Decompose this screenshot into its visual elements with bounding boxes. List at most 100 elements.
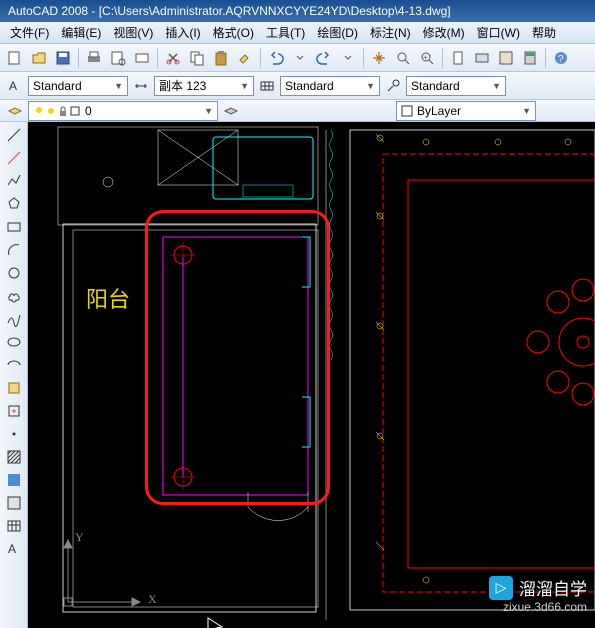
arc-tool[interactable] <box>2 239 26 261</box>
open-button[interactable] <box>28 47 50 69</box>
separator <box>363 48 364 68</box>
watermark: ▷ 溜溜自学 zixue.3d66.com <box>489 575 587 614</box>
menu-draw[interactable]: 绘图(D) <box>311 22 364 43</box>
ellipse-arc-tool[interactable] <box>2 354 26 376</box>
menu-edit[interactable]: 编辑(E) <box>55 22 107 43</box>
match-button[interactable] <box>234 47 256 69</box>
menu-file[interactable]: 文件(F) <box>4 22 55 43</box>
revision-cloud-tool[interactable] <box>2 285 26 307</box>
menu-format[interactable]: 格式(O) <box>207 22 260 43</box>
balcony-label: 阳台 <box>86 282 130 314</box>
color-swatch-icon <box>69 105 81 117</box>
chevron-down-icon: ▼ <box>522 106 531 116</box>
menu-help[interactable]: 帮助 <box>526 22 562 43</box>
menu-bar: 文件(F) 编辑(E) 视图(V) 插入(I) 格式(O) 工具(T) 绘图(D… <box>0 22 595 44</box>
table-tool[interactable] <box>2 515 26 537</box>
axis-x-label: X <box>148 592 157 607</box>
cut-button[interactable] <box>162 47 184 69</box>
text-style-icon[interactable]: A <box>4 75 26 97</box>
zoom-extents-button[interactable]: + <box>416 47 438 69</box>
table-style-icon[interactable] <box>256 75 278 97</box>
menu-window[interactable]: 窗口(W) <box>471 22 526 43</box>
table-style-value: Standard <box>285 79 334 93</box>
undo-dropdown[interactable] <box>289 47 311 69</box>
toolbar-layers: 0 ▼ ByLayer ▼ <box>0 100 595 122</box>
separator <box>545 48 546 68</box>
lightbulb-icon <box>33 105 45 117</box>
point-tool[interactable] <box>2 423 26 445</box>
mleader-style-dropdown[interactable]: Standard ▼ <box>406 76 506 96</box>
insert-block-tool[interactable] <box>2 377 26 399</box>
layer-dropdown[interactable]: 0 ▼ <box>28 101 218 121</box>
line-tool[interactable] <box>2 124 26 146</box>
lock-icon <box>57 105 69 117</box>
main-area: A <box>0 122 595 628</box>
color-dropdown[interactable]: ByLayer ▼ <box>396 101 536 121</box>
menu-annotate[interactable]: 标注(N) <box>364 22 417 43</box>
title-bar: AutoCAD 2008 - [C:\Users\Administrator.A… <box>0 0 595 22</box>
text-style-dropdown[interactable]: Standard ▼ <box>28 76 128 96</box>
table-style-dropdown[interactable]: Standard ▼ <box>280 76 380 96</box>
menu-insert[interactable]: 插入(I) <box>159 22 206 43</box>
separator <box>78 48 79 68</box>
mtext-tool[interactable]: A <box>2 538 26 560</box>
hatch-tool[interactable] <box>2 446 26 468</box>
gradient-tool[interactable] <box>2 469 26 491</box>
help-button[interactable]: ? <box>550 47 572 69</box>
watermark-brand: 溜溜自学 <box>519 575 587 600</box>
axis-y-label: Y <box>75 530 84 545</box>
redo-dropdown[interactable] <box>337 47 359 69</box>
window-title: AutoCAD 2008 - [C:\Users\Administrator.A… <box>8 4 451 18</box>
polygon-tool[interactable] <box>2 193 26 215</box>
new-button[interactable] <box>4 47 26 69</box>
construction-line-tool[interactable] <box>2 147 26 169</box>
layer-button[interactable] <box>471 47 493 69</box>
spline-tool[interactable] <box>2 308 26 330</box>
zoom-button[interactable] <box>392 47 414 69</box>
menu-view[interactable]: 视图(V) <box>107 22 159 43</box>
chevron-down-icon: ▼ <box>366 81 375 91</box>
ellipse-tool[interactable] <box>2 331 26 353</box>
circle-tool[interactable] <box>2 262 26 284</box>
drawing-canvas[interactable]: 阳台 Y X ▷ 溜溜自学 zixue.3d66.com <box>28 122 595 628</box>
undo-button[interactable] <box>265 47 287 69</box>
menu-tools[interactable]: 工具(T) <box>260 22 311 43</box>
make-block-tool[interactable] <box>2 400 26 422</box>
layer-properties-icon[interactable] <box>4 100 26 122</box>
mleader-style-value: Standard <box>411 79 460 93</box>
color-swatch-icon <box>401 105 413 117</box>
region-tool[interactable] <box>2 492 26 514</box>
toolbar-standard: + ? <box>0 44 595 72</box>
chevron-down-icon: ▼ <box>114 81 123 91</box>
mleader-style-icon[interactable] <box>382 75 404 97</box>
separator <box>157 48 158 68</box>
polyline-tool[interactable] <box>2 170 26 192</box>
rectangle-tool[interactable] <box>2 216 26 238</box>
copy-button[interactable] <box>186 47 208 69</box>
play-icon: ▷ <box>489 576 513 600</box>
menu-modify[interactable]: 修改(M) <box>417 22 471 43</box>
print-button[interactable] <box>83 47 105 69</box>
color-value: ByLayer <box>417 104 461 118</box>
paste-button[interactable] <box>210 47 232 69</box>
print-preview-button[interactable] <box>107 47 129 69</box>
pan-button[interactable] <box>368 47 390 69</box>
chevron-down-icon: ▼ <box>492 81 501 91</box>
save-button[interactable] <box>52 47 74 69</box>
separator <box>260 48 261 68</box>
text-style-value: Standard <box>33 79 82 93</box>
chevron-down-icon: ▼ <box>240 81 249 91</box>
svg-text:A: A <box>8 542 16 556</box>
sun-icon <box>45 105 57 117</box>
sheet-button[interactable] <box>447 47 469 69</box>
dim-style-dropdown[interactable]: 副本 123 ▼ <box>154 76 254 96</box>
dim-style-icon[interactable] <box>130 75 152 97</box>
layer-states-button[interactable] <box>220 100 242 122</box>
annotation-highlight <box>145 210 330 505</box>
calc-button[interactable] <box>519 47 541 69</box>
publish-button[interactable] <box>131 47 153 69</box>
redo-button[interactable] <box>313 47 335 69</box>
watermark-url: zixue.3d66.com <box>489 600 587 614</box>
tool-palette-button[interactable] <box>495 47 517 69</box>
layer-name: 0 <box>85 104 92 118</box>
